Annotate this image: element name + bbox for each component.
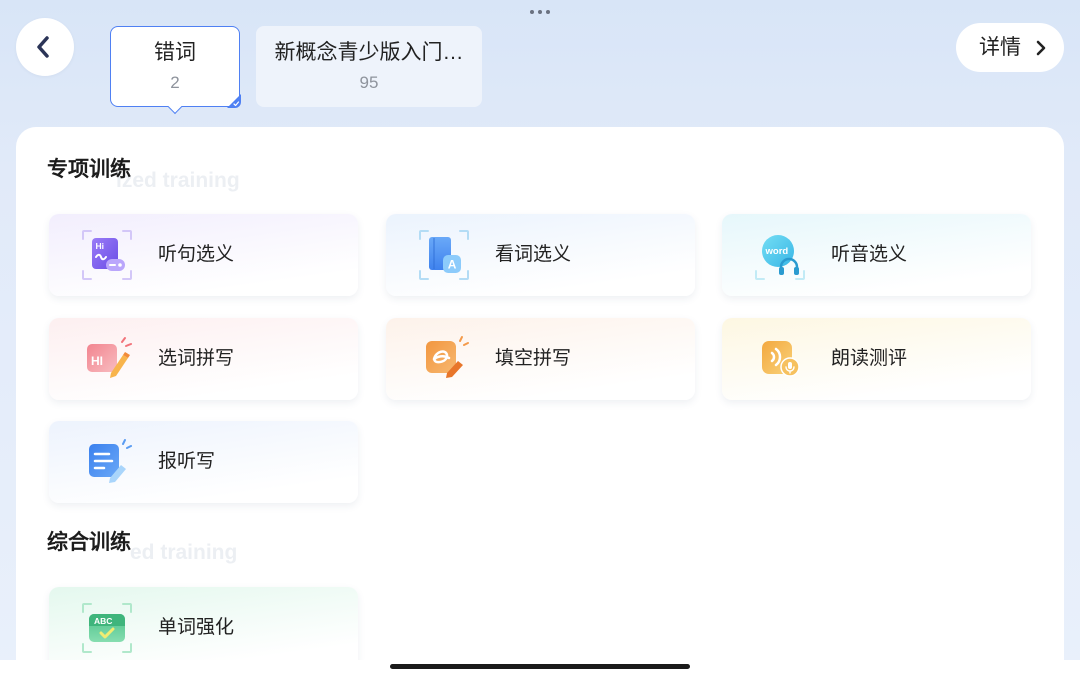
feature-card-read-word[interactable]: A 看词选义: [386, 214, 695, 296]
icon-glyph-text: Hi: [96, 241, 105, 251]
feature-label: 看词选义: [495, 244, 572, 265]
training-panel: 专项训练 ized training Hi 听句选义 A 看词选义 word 听…: [16, 127, 1064, 675]
icon-glyph-text: A: [448, 258, 457, 272]
tab-title: 新概念青少版入门…: [274, 40, 464, 64]
chevron-right-icon: [1036, 40, 1046, 55]
dot: [538, 9, 542, 14]
feature-label: 朗读测评: [831, 348, 908, 369]
dot: [530, 9, 534, 14]
icon-glyph-text: ABC: [94, 616, 112, 626]
back-button[interactable]: [16, 18, 74, 76]
section-watermark: ized training: [116, 169, 240, 192]
choose-spell-icon: HI: [87, 337, 132, 378]
home-indicator[interactable]: [390, 664, 690, 669]
feature-label: 听句选义: [158, 244, 235, 265]
feature-label: 单词强化: [158, 617, 235, 638]
listen-sentence-icon: Hi: [82, 230, 132, 280]
tab-count: 2: [170, 72, 180, 92]
feature-card-choose-spell[interactable]: HI 选词拼写: [49, 318, 358, 400]
feature-card-dictation[interactable]: 报听写: [49, 421, 358, 503]
feature-label: 报听写: [158, 451, 216, 472]
dot: [546, 9, 550, 14]
word-reinforce-icon: ABC: [82, 603, 132, 653]
feature-card-fill-spell[interactable]: 填空拼写: [386, 318, 695, 400]
section-watermark: ed training: [130, 541, 238, 564]
tab-count: 95: [359, 72, 379, 92]
feature-card-listen-sound[interactable]: word 听音选义: [722, 214, 1031, 296]
tab-pointer: [167, 99, 183, 115]
fill-spell-icon: [426, 336, 469, 378]
feature-label: 选词拼写: [158, 348, 235, 369]
feature-card-listen-sentence[interactable]: Hi 听句选义: [49, 214, 358, 296]
details-button[interactable]: 详情: [956, 23, 1064, 72]
feature-label: 填空拼写: [495, 348, 572, 369]
more-dots-icon[interactable]: [530, 9, 550, 14]
chevron-left-icon: [37, 36, 49, 58]
tab-title: 错词: [154, 40, 196, 64]
feature-card-read-aloud[interactable]: 朗读测评: [722, 318, 1031, 400]
read-aloud-icon: [762, 341, 800, 377]
tab-wrong-words[interactable]: 错词 2: [110, 26, 241, 115]
icon-glyph-text: word: [765, 246, 789, 257]
details-label: 详情: [979, 35, 1021, 59]
listen-sound-icon: word: [755, 235, 805, 280]
feature-card-word-reinforce[interactable]: ABC 单词强化: [49, 587, 358, 669]
section-title-comprehensive: 综合训练: [47, 531, 131, 554]
icon-glyph-text: HI: [91, 354, 103, 368]
read-word-icon: A: [419, 230, 469, 280]
tab-textbook[interactable]: 新概念青少版入门… 95: [256, 26, 482, 107]
check-badge-icon: [226, 93, 241, 108]
dictation-icon: [89, 439, 132, 483]
section-title-special: 专项训练: [47, 158, 131, 181]
feature-label: 听音选义: [831, 244, 908, 265]
